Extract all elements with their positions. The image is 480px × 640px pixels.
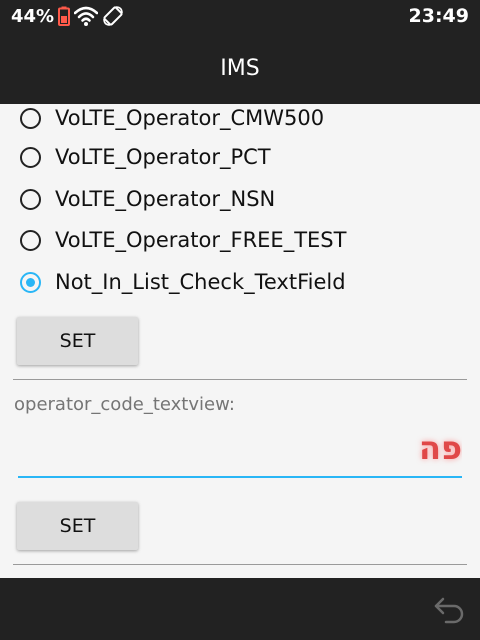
status-time: 23:49	[408, 5, 469, 27]
radio-label: VoLTE_Operator_CMW500	[55, 106, 325, 130]
nav-bar	[0, 578, 480, 640]
radio-option-cmw500[interactable]: VoLTE_Operator_CMW500	[20, 104, 324, 136]
radio-label: VoLTE_Operator_NSN	[55, 187, 276, 211]
operator-code-label: operator_code_textview:	[14, 394, 235, 415]
app-bar: IMS	[0, 32, 480, 104]
radio-label: VoLTE_Operator_FREE_TEST	[55, 228, 347, 252]
radio-checked-icon[interactable]	[20, 271, 41, 293]
set-operator-code-button[interactable]: SET	[17, 502, 138, 550]
radio-option-pct[interactable]: VoLTE_Operator_PCT	[20, 139, 271, 175]
battery-percent: 44%	[11, 5, 55, 27]
battery-icon	[58, 6, 71, 26]
radio-unchecked-icon[interactable]	[20, 229, 41, 251]
radio-option-nsn[interactable]: VoLTE_Operator_NSN	[20, 181, 275, 217]
status-bar: 44% 23:49	[0, 0, 480, 32]
rotate-icon	[103, 6, 123, 26]
operator-code-field[interactable]	[18, 424, 462, 478]
radio-label: Not_In_List_Check_TextField	[55, 270, 346, 294]
wifi-icon	[74, 6, 99, 26]
divider	[13, 379, 467, 380]
status-left: 44%	[11, 5, 124, 27]
set-button[interactable]: SET	[17, 317, 138, 365]
radio-option-not-in-list[interactable]: Not_In_List_Check_TextField	[20, 264, 346, 300]
app-title: IMS	[220, 55, 260, 81]
radio-label: VoLTE_Operator_PCT	[55, 145, 271, 169]
radio-option-free-test[interactable]: VoLTE_Operator_FREE_TEST	[20, 222, 346, 258]
radio-unchecked-icon[interactable]	[20, 107, 41, 129]
divider	[13, 564, 467, 565]
radio-unchecked-icon[interactable]	[20, 188, 41, 210]
settings-content[interactable]: VoLTE_Operator_CMW500 VoLTE_Operator_PCT…	[0, 104, 480, 578]
back-icon[interactable]	[432, 591, 468, 627]
radio-unchecked-icon[interactable]	[20, 146, 41, 168]
